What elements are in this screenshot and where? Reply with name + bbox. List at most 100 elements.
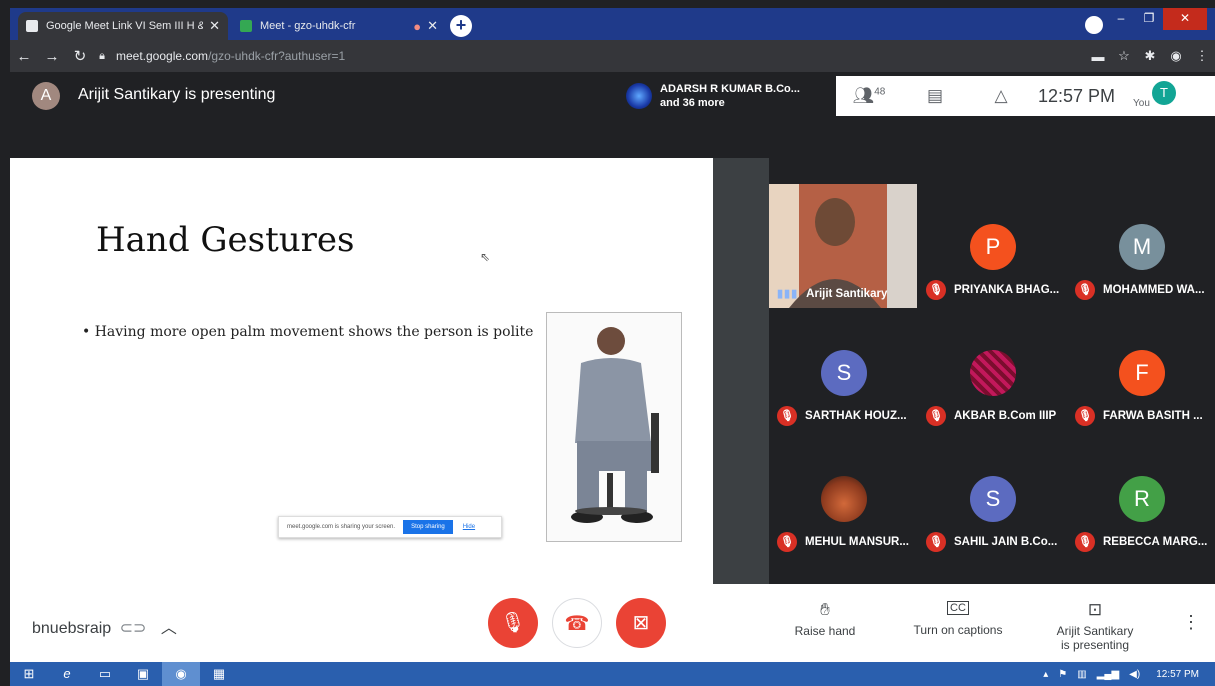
minimize-button[interactable]: –: [1107, 8, 1135, 30]
store-icon[interactable]: ▣: [124, 662, 162, 686]
restore-button[interactable]: ❐: [1135, 8, 1163, 30]
participant-avatar: [821, 476, 867, 522]
participant-tile[interactable]: 🎙︎ MEHUL MANSUR...: [769, 436, 917, 560]
stop-sharing-button[interactable]: Stop sharing: [403, 520, 453, 534]
new-tab-button[interactable]: +: [450, 15, 472, 37]
forward-icon[interactable]: →: [38, 48, 66, 65]
reload-icon[interactable]: ↻: [66, 47, 94, 65]
participant-avatar: R: [1119, 476, 1165, 522]
tray-clock[interactable]: 12:57 PM: [1156, 669, 1199, 680]
address-bar-row: ← → ↻ 🔒︎ meet.google.com/gzo-uhdk-cfr?au…: [10, 40, 1215, 72]
presenting-line2: is presenting: [1060, 638, 1130, 652]
participant-tile[interactable]: R 🎙︎ REBECCA MARG...: [1067, 436, 1215, 560]
camera-toggle-button[interactable]: ⊠: [616, 598, 666, 648]
participant-tile[interactable]: F 🎙︎ FARWA BASITH ...: [1067, 310, 1215, 434]
participant-tile[interactable]: M 🎙︎ MOHAMMED WA...: [1067, 184, 1215, 308]
chat-icon: ▤: [926, 86, 944, 105]
more-options-icon[interactable]: ⋮: [1182, 612, 1200, 633]
app-icon[interactable]: ▦: [200, 662, 238, 686]
tab-favicon-icon: [26, 20, 38, 32]
raise-hand-label: Raise hand: [794, 624, 856, 638]
tab-close-icon[interactable]: ✕: [427, 18, 438, 34]
ie-icon[interactable]: e: [48, 662, 86, 686]
link-icon: ⊂⊃: [119, 620, 147, 637]
menu-icon[interactable]: ⋮: [1189, 48, 1215, 64]
leave-call-button[interactable]: ☎︎: [552, 598, 602, 648]
activities-icon: △: [994, 86, 1008, 105]
hang-up-icon: ☎︎: [564, 613, 590, 635]
slide-bullet: • Having more open palm movement shows t…: [82, 324, 534, 340]
mic-off-icon: 🎙︎: [1075, 406, 1095, 426]
captions-button[interactable]: CC Turn on captions: [908, 600, 1008, 637]
participant-name: SAHIL JAIN B.Co...: [954, 536, 1058, 548]
hide-notice-link[interactable]: Hide: [463, 524, 475, 530]
slide-photo: [546, 312, 682, 542]
network-icon[interactable]: ▥: [1077, 669, 1086, 680]
mic-off-icon: 🎙︎: [1075, 532, 1095, 552]
start-icon[interactable]: ⊞: [10, 662, 48, 686]
tab-close-icon[interactable]: ✕: [209, 18, 220, 34]
captions-label: Turn on captions: [913, 623, 1003, 637]
mic-off-icon: 🎙︎: [926, 406, 946, 426]
account-icon[interactable]: ◉: [1163, 48, 1189, 64]
camera-off-icon: ⊠: [632, 612, 650, 634]
meet-favicon-icon: [240, 20, 252, 32]
system-tray: ▴ ⚑ ▥ ▂▄▆ ◀) 12:57 PM: [1033, 669, 1215, 680]
people-icon: 👥︎: [852, 86, 875, 105]
speaking-indicator-icon: ▮▮▮: [777, 288, 799, 300]
mic-off-icon: 🎙︎: [777, 532, 797, 552]
tab-title: Google Meet Link VI Sem III H &: [46, 20, 204, 32]
activities-button[interactable]: △: [968, 86, 1034, 106]
star-icon[interactable]: ☆: [1111, 48, 1137, 64]
browser-tab-meet-link[interactable]: Google Meet Link VI Sem III H & ✕: [18, 12, 228, 40]
meeting-details[interactable]: bnuebsraip ⊂⊃ ︿: [32, 614, 177, 638]
tray-arrow-icon[interactable]: ▴: [1043, 669, 1048, 680]
cursor-icon: ⇖: [480, 250, 491, 264]
chevron-up-icon[interactable]: ︿: [161, 620, 177, 637]
chat-button[interactable]: ▤: [902, 86, 968, 106]
camera-icon[interactable]: ▬: [1085, 49, 1111, 64]
participant-avatar: M: [1119, 224, 1165, 270]
participant-name: PRIYANKA BHAG...: [954, 284, 1060, 296]
volume-icon[interactable]: ◀): [1129, 669, 1140, 680]
participant-name: MEHUL MANSUR...: [805, 536, 909, 548]
signal-icon[interactable]: ▂▄▆: [1097, 669, 1119, 680]
back-icon[interactable]: ←: [10, 48, 38, 65]
slide-bullet-text: Having more open palm movement shows the…: [94, 324, 534, 340]
slide-margin: [713, 158, 769, 584]
browser-tab-meet[interactable]: Meet - gzo-uhdk-cfr ● ✕: [232, 12, 446, 40]
mic-off-icon: 🎙︎: [1075, 280, 1095, 300]
participant-name: SARTHAK HOUZ...: [805, 410, 907, 422]
hand-icon: ✋︎: [820, 600, 830, 619]
tab-title: Meet - gzo-uhdk-cfr: [260, 20, 356, 32]
mic-off-icon: 🎙︎: [777, 406, 797, 426]
people-button[interactable]: 👥︎48: [836, 86, 902, 106]
participant-name: AKBAR B.Com IIIP: [954, 410, 1057, 422]
meet-control-bar: bnuebsraip ⊂⊃ ︿ 🎙︎ ☎︎ ⊠ ✋︎ Raise hand CC…: [10, 584, 1215, 662]
raise-hand-button[interactable]: ✋︎ Raise hand: [790, 600, 860, 638]
participant-tile[interactable]: S 🎙︎ SARTHAK HOUZ...: [769, 310, 917, 434]
window-controls: – ❐ ✕: [1107, 8, 1207, 30]
meeting-code: bnuebsraip: [32, 620, 112, 637]
you-label: You: [1133, 97, 1150, 109]
chrome-profile-icon[interactable]: [1085, 16, 1103, 34]
close-window-button[interactable]: ✕: [1163, 8, 1207, 30]
mic-toggle-button[interactable]: 🎙︎: [488, 598, 538, 648]
participant-tile[interactable]: 🎙︎ AKBAR B.Com IIIP: [918, 310, 1066, 434]
participant-avatar: [970, 350, 1016, 396]
chrome-icon[interactable]: ◉: [162, 662, 200, 686]
screen-share-notice: meet.google.com is sharing your screen. …: [278, 516, 502, 538]
explorer-icon[interactable]: ▭: [86, 662, 124, 686]
url-field[interactable]: meet.google.com/gzo-uhdk-cfr?authuser=1: [116, 49, 345, 63]
participant-tile[interactable]: ▮▮▮ Arijit Santikary: [769, 184, 917, 308]
participant-tile[interactable]: S 🎙︎ SAHIL JAIN B.Co...: [918, 436, 1066, 560]
browser-tab-strip: Google Meet Link VI Sem III H & ✕ Meet -…: [10, 8, 1215, 40]
extensions-icon[interactable]: ✱: [1137, 48, 1163, 64]
participant-name: REBECCA MARG...: [1103, 536, 1208, 548]
active-speaker-box: ADARSH R KUMAR B.Co... and 36 more: [620, 76, 835, 116]
participant-grid: ▮▮▮ Arijit Santikary P 🎙︎ PRIYANKA BHAG...…: [769, 184, 1215, 584]
flag-icon[interactable]: ⚑: [1058, 669, 1067, 680]
active-speaker-more: and 36 more: [660, 97, 725, 109]
participant-tile[interactable]: P 🎙︎ PRIYANKA BHAG...: [918, 184, 1066, 308]
presentation-button[interactable]: ⊡ Arijit Santikary is presenting: [1050, 600, 1140, 652]
